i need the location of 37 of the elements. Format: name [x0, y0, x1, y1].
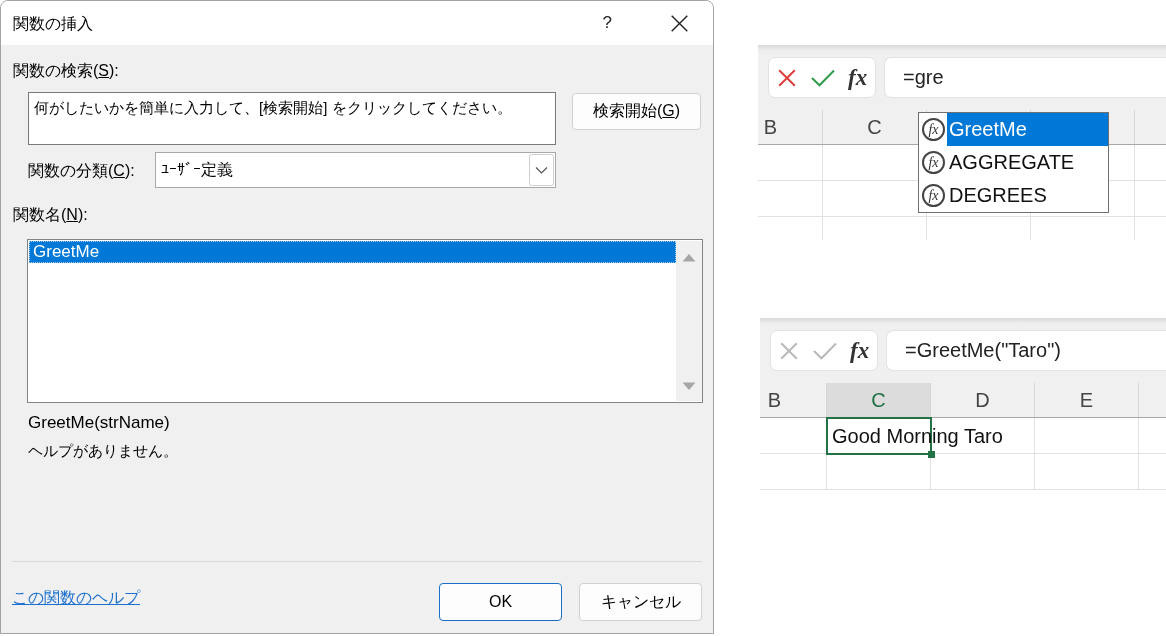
ok-button[interactable]: OK — [439, 583, 562, 621]
fill-handle[interactable] — [928, 451, 935, 458]
up-arrow-icon[interactable] — [682, 253, 696, 262]
cross-icon[interactable] — [780, 341, 798, 360]
description-text: ヘルプがありません。 — [28, 441, 178, 460]
syntax-text: GreetMe(strName) — [28, 413, 170, 432]
cross-icon[interactable] — [778, 68, 796, 87]
down-arrow-icon[interactable] — [682, 382, 696, 391]
insert-function-button[interactable]: fx — [850, 337, 870, 364]
function-symbol: fx — [922, 151, 945, 174]
insert-function-button[interactable]: fx — [848, 64, 868, 91]
check-icon[interactable] — [811, 68, 835, 87]
autocomplete-item[interactable]: GreetMe — [947, 113, 1108, 146]
search-label: 関数の検索(S): — [13, 61, 119, 80]
function-name-label: 関数名(N): — [13, 205, 88, 224]
help-button[interactable]: ? — [602, 13, 612, 33]
function-symbol: fx — [922, 118, 945, 141]
search-field[interactable]: 何がしたいかを簡単に入力して、[検索開始] をクリックしてください。 — [28, 92, 556, 145]
autocomplete-item[interactable]: AGGREGATE — [947, 146, 1108, 179]
formula-field[interactable]: =GreetMe("Taro") — [886, 330, 1166, 371]
search-button[interactable]: 検索開始(G) — [572, 93, 701, 130]
dialog-title: 関数の挿入 — [13, 13, 93, 33]
cancel-button[interactable]: キャンセル — [579, 583, 702, 621]
column-header[interactable]: D — [931, 383, 1035, 417]
check-icon[interactable] — [813, 341, 837, 360]
function-list-item[interactable]: GreetMe — [29, 241, 676, 263]
column-header[interactable]: B — [758, 110, 823, 144]
column-header[interactable]: C — [827, 383, 931, 417]
close-icon[interactable] — [671, 14, 688, 32]
category-dropdown[interactable]: ﾕｰｻﾞｰ定義 — [155, 152, 556, 188]
function-symbol: fx — [922, 184, 945, 207]
chevron-down-icon[interactable] — [529, 154, 554, 186]
category-label: 関数の分類(C): — [28, 160, 135, 180]
help-link[interactable]: この関数のヘルプ — [12, 588, 140, 607]
autocomplete-item[interactable]: DEGREES — [947, 179, 1108, 212]
column-header[interactable]: E — [1035, 383, 1139, 417]
formula-field[interactable]: =gre — [884, 57, 1166, 98]
